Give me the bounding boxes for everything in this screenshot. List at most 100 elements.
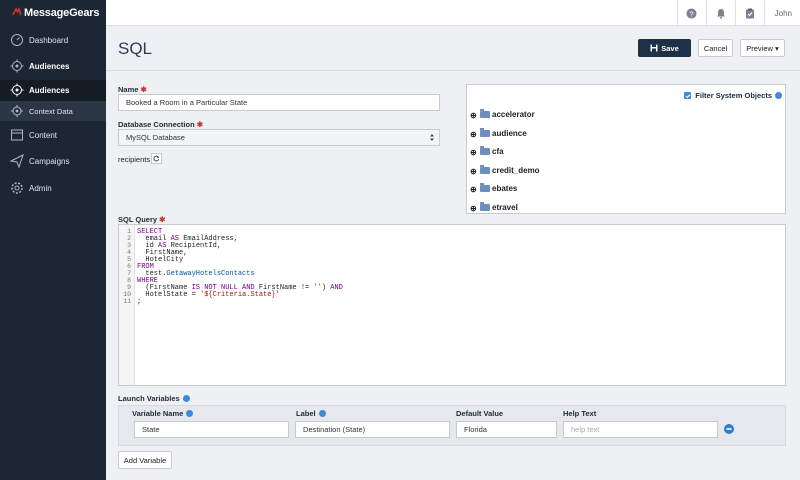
checkmark-icon	[685, 93, 691, 98]
sql-label-text: SQL Query	[118, 215, 158, 224]
database-connection-label: Database Connection ✱	[118, 120, 203, 129]
expand-icon[interactable]: ⊕	[470, 148, 477, 157]
gear-icon	[11, 182, 23, 194]
user-menu[interactable]: John	[763, 0, 800, 26]
db-label-text: Database Connection	[118, 120, 195, 129]
logo-mark-icon	[12, 7, 22, 16]
svg-text:?: ?	[690, 9, 694, 18]
dashboard-icon	[11, 34, 23, 46]
column-header-variable-name: Variable Name	[132, 409, 194, 418]
folder-icon	[480, 145, 490, 155]
help-icon[interactable]	[186, 410, 194, 417]
tree-item-label: audience	[492, 128, 527, 138]
required-asterisk-icon: ✱	[196, 120, 204, 129]
filter-label: Filter System Objects	[695, 91, 772, 100]
variable-label-input[interactable]: Destination (State)	[295, 421, 450, 438]
line-number: 4	[127, 249, 131, 256]
tree-item[interactable]: ⊕ ebates	[467, 180, 517, 196]
help-icon: ?	[686, 7, 697, 19]
tasks-button[interactable]	[734, 0, 764, 26]
folder-icon	[480, 164, 490, 174]
sidebar-subitem-audiences[interactable]: Audiences	[0, 80, 106, 101]
refresh-icon	[153, 155, 160, 162]
sidebar-item-label: Admin	[29, 183, 52, 193]
preview-dropdown-button[interactable]: Preview ▾	[740, 39, 785, 57]
sidebar-item-dashboard[interactable]: Dashboard	[0, 27, 106, 53]
context-data-icon	[11, 105, 23, 117]
audiences-target-icon	[10, 83, 24, 97]
folder-icon	[480, 182, 490, 192]
launch-variables-label: Launch Variables	[118, 394, 180, 403]
help-icon[interactable]	[318, 410, 326, 417]
filter-checkbox[interactable]	[684, 92, 692, 99]
select-arrows-icon	[430, 134, 434, 141]
folder-icon	[480, 108, 490, 118]
tree-item-label: credit_demo	[492, 165, 540, 175]
column-header-help-text: Help Text	[563, 409, 597, 418]
line-number: 9	[127, 284, 131, 291]
sidebar-item-audiences[interactable]: Audiences	[0, 53, 106, 79]
tree-item-label: accelerator	[492, 109, 535, 119]
name-input[interactable]: Booked a Room in a Particular State	[118, 94, 440, 111]
header-text: Label	[296, 409, 316, 418]
refresh-button[interactable]	[151, 153, 162, 164]
line-number: 5	[127, 256, 131, 263]
save-button[interactable]: Save	[638, 39, 691, 57]
save-label: Save	[661, 43, 679, 53]
help-icon[interactable]	[182, 395, 190, 402]
database-connection-select[interactable]: MySQL Database	[118, 129, 440, 146]
expand-icon[interactable]: ⊕	[470, 130, 477, 139]
help-button[interactable]: ?	[676, 0, 706, 26]
required-asterisk-icon: ✱	[140, 85, 147, 94]
line-number: 1	[127, 228, 131, 235]
sidebar-item-label: Context Data	[29, 106, 73, 116]
header-text: Variable Name	[132, 409, 184, 418]
recipients-label: recipients	[118, 155, 151, 164]
filter-system-objects[interactable]: Filter System Objects	[684, 91, 782, 100]
add-variable-button[interactable]: Add Variable	[118, 451, 172, 469]
sidebar-item-label: Campaigns	[29, 156, 70, 166]
cancel-button[interactable]: Cancel	[698, 39, 733, 57]
clipboard-icon	[745, 8, 754, 18]
line-number: 10	[123, 291, 131, 298]
sql-editor[interactable]: 1 2 3 4 5 6 7 8 9 10 11 SELECT email AS …	[118, 224, 786, 386]
help-text-input[interactable]: help text	[563, 421, 718, 438]
expand-icon[interactable]: ⊕	[470, 167, 477, 176]
brand-logo[interactable]: MessageGears	[12, 7, 99, 19]
page-title: SQL	[118, 39, 153, 58]
name-label-text: Name	[118, 85, 139, 94]
sidebar-item-admin[interactable]: Admin	[0, 175, 106, 201]
page-header: SQL Save Cancel Preview ▾	[106, 27, 800, 71]
sidebar-item-label: Dashboard	[29, 35, 69, 45]
line-number-gutter: 1 2 3 4 5 6 7 8 9 10 11	[119, 225, 135, 385]
default-value-input[interactable]: Florida	[456, 421, 557, 438]
line-number: 8	[127, 277, 131, 284]
tree-item[interactable]: ⊕ accelerator	[467, 106, 535, 122]
tree-item[interactable]: ⊕ credit_demo	[467, 162, 540, 178]
line-number: 7	[127, 270, 131, 277]
line-number: 3	[127, 242, 131, 249]
launch-variables-title: Launch Variables	[118, 394, 190, 403]
code-line: ;	[137, 298, 142, 306]
notifications-button[interactable]	[705, 0, 735, 26]
tree-item[interactable]: ⊕ audience	[467, 125, 527, 141]
expand-icon[interactable]: ⊕	[470, 111, 477, 120]
variable-name-input[interactable]: State	[134, 421, 289, 438]
expand-icon[interactable]: ⊕	[470, 185, 477, 194]
sidebar-item-label: Audiences	[29, 61, 70, 71]
tree-item[interactable]: ⊕ etravel	[467, 199, 518, 215]
tree-item[interactable]: ⊕ cfa	[467, 143, 504, 159]
schema-tree-panel: Filter System Objects ⊕ accelerator ⊕ audi…	[466, 84, 786, 214]
sidebar-item-campaigns[interactable]: Campaigns	[0, 148, 106, 174]
name-label: Name ✱	[118, 85, 147, 94]
sidebar-item-label: Content	[29, 130, 58, 140]
audiences-icon	[10, 59, 24, 73]
line-number: 2	[127, 235, 131, 242]
sidebar-item-content[interactable]: Content	[0, 122, 106, 148]
sidebar-subitem-context-data[interactable]: Context Data	[0, 101, 106, 121]
remove-variable-icon[interactable]	[724, 424, 734, 434]
tree-item-label: ebates	[492, 183, 518, 193]
help-icon[interactable]	[775, 92, 782, 99]
floppy-disk-icon	[650, 44, 658, 52]
expand-icon[interactable]: ⊕	[470, 204, 477, 213]
